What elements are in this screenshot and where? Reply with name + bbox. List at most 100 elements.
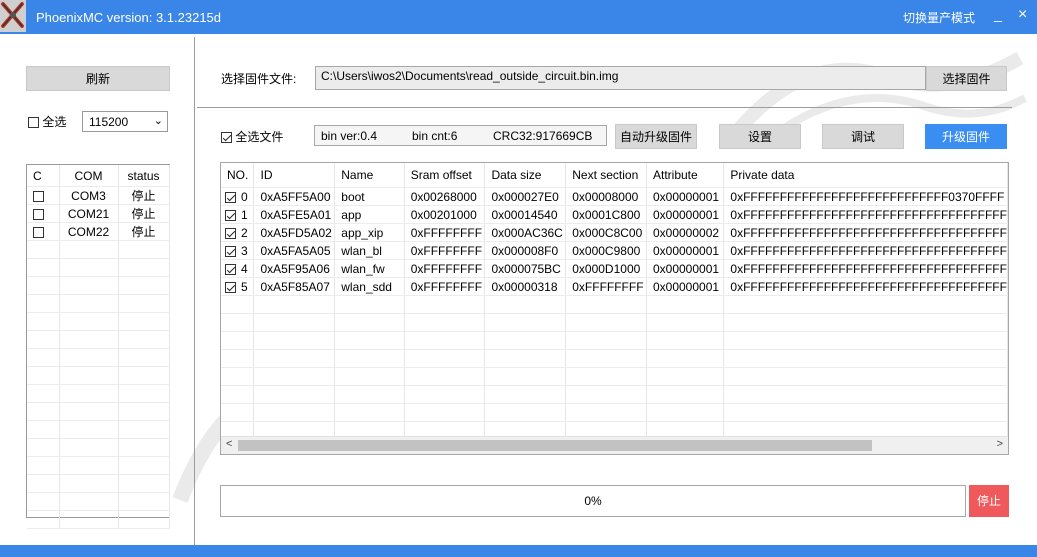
port-row[interactable] (27, 456, 170, 475)
port-check-cell[interactable] (27, 402, 60, 421)
select-all-files[interactable]: 全选文件 (221, 128, 283, 145)
port-row[interactable] (27, 510, 170, 529)
section-row[interactable]: 5 0xA5F85A07 wlan_sdd 0xFFFFFFFF 0x00000318 0… (221, 277, 1008, 296)
section-row[interactable] (221, 403, 1008, 422)
port-row[interactable] (27, 420, 170, 439)
scroll-right-icon[interactable]: > (997, 438, 1003, 450)
section-name-cell (334, 331, 405, 350)
section-checkbox[interactable] (225, 209, 236, 221)
port-row[interactable] (27, 348, 170, 367)
port-check-cell[interactable] (27, 186, 60, 205)
section-check-cell[interactable]: 4 (221, 259, 255, 278)
port-check-cell[interactable] (27, 312, 60, 331)
minimize-button[interactable]: _ (991, 6, 1005, 22)
port-check-cell[interactable] (27, 492, 60, 511)
port-check-cell[interactable] (27, 366, 60, 385)
section-checkbox[interactable] (225, 191, 236, 203)
horizontal-scrollbar[interactable]: < > (221, 436, 1008, 454)
section-row[interactable]: 2 0xA5FD5A02 app_xip 0xFFFFFFFF 0x000AC36C 0x… (221, 223, 1008, 242)
port-row[interactable] (27, 294, 170, 313)
section-check-cell[interactable] (221, 331, 255, 350)
port-check-cell[interactable] (27, 384, 60, 403)
scroll-left-icon[interactable]: < (226, 438, 232, 450)
select-all-files-checkbox[interactable] (221, 132, 232, 144)
port-row[interactable] (27, 438, 170, 457)
section-row[interactable] (221, 385, 1008, 404)
baud-rate-select[interactable]: 115200 ⌄ (82, 111, 168, 132)
port-checkbox[interactable] (33, 190, 44, 202)
section-check-cell[interactable] (221, 349, 255, 368)
section-check-cell[interactable]: 5 (221, 277, 255, 296)
port-row[interactable] (27, 312, 170, 331)
switch-mass-production-mode-button[interactable]: 切换量产模式 (903, 9, 975, 26)
section-check-cell[interactable] (221, 385, 255, 404)
section-check-cell[interactable] (221, 313, 255, 332)
section-row[interactable] (221, 313, 1008, 332)
upgrade-firmware-button[interactable]: 升级固件 (925, 124, 1007, 149)
section-checkbox[interactable] (225, 281, 236, 293)
port-row[interactable] (27, 276, 170, 295)
port-row[interactable] (27, 366, 170, 385)
section-row[interactable]: 1 0xA5FE5A01 app 0x00201000 0x00014540 0x0001… (221, 205, 1008, 224)
port-check-cell[interactable] (27, 276, 60, 295)
port-row[interactable] (27, 240, 170, 259)
select-all-ports[interactable]: 全选 (28, 113, 66, 130)
section-check-cell[interactable]: 2 (221, 223, 255, 242)
sram-offset-cell: 0xFFFFFFFF (404, 259, 486, 278)
close-button[interactable]: × (1018, 6, 1027, 24)
section-checkbox[interactable] (225, 245, 236, 257)
section-checkbox[interactable] (225, 227, 236, 239)
port-check-cell[interactable] (27, 510, 60, 529)
choose-firmware-button[interactable]: 选择固件 (926, 66, 1007, 91)
port-checkbox[interactable] (33, 226, 44, 238)
debug-button[interactable]: 调试 (822, 124, 904, 149)
port-check-cell[interactable] (27, 438, 60, 457)
section-row[interactable] (221, 367, 1008, 386)
section-row[interactable] (221, 331, 1008, 350)
port-row[interactable]: COM21 停止 (27, 204, 170, 223)
port-check-cell[interactable] (27, 222, 60, 241)
port-row[interactable] (27, 474, 170, 493)
port-check-cell[interactable] (27, 204, 60, 223)
settings-button[interactable]: 设置 (719, 124, 801, 149)
firmware-path-field[interactable]: C:\Users\iwos2\Documents\read_outside_ci… (315, 66, 926, 90)
attribute-cell (646, 295, 725, 314)
next-section-cell: 0x0001C800 (565, 205, 647, 224)
port-check-cell[interactable] (27, 330, 60, 349)
port-check-cell[interactable] (27, 456, 60, 475)
section-check-cell[interactable] (221, 295, 255, 314)
section-row[interactable] (221, 349, 1008, 368)
port-checkbox[interactable] (33, 208, 44, 220)
refresh-button[interactable]: 刷新 (26, 66, 170, 91)
scrollbar-thumb[interactable] (238, 440, 872, 451)
port-row[interactable] (27, 258, 170, 277)
section-row[interactable]: 4 0xA5F95A06 wlan_fw 0xFFFFFFFF 0x000075BC 0x… (221, 259, 1008, 278)
port-row[interactable]: COM22 停止 (27, 222, 170, 241)
port-col-check-header: C (27, 165, 60, 187)
select-all-ports-checkbox[interactable] (28, 117, 39, 129)
section-row[interactable] (221, 295, 1008, 314)
port-check-cell[interactable] (27, 258, 60, 277)
port-check-cell[interactable] (27, 420, 60, 439)
section-row[interactable]: 3 0xA5FA5A05 wlan_bl 0xFFFFFFFF 0x000008F0 0x… (221, 241, 1008, 260)
port-check-cell[interactable] (27, 348, 60, 367)
section-row[interactable]: 0 0xA5FF5A00 boot 0x00268000 0x000027E0 0x000… (221, 187, 1008, 206)
port-row[interactable] (27, 402, 170, 421)
section-check-cell[interactable] (221, 367, 255, 386)
section-check-cell[interactable]: 3 (221, 241, 255, 260)
section-check-cell[interactable]: 1 (221, 205, 255, 224)
port-row[interactable] (27, 492, 170, 511)
sram-offset-cell: 0x00201000 (404, 205, 486, 224)
port-check-cell[interactable] (27, 240, 60, 259)
port-check-cell[interactable] (27, 474, 60, 493)
port-check-cell[interactable] (27, 294, 60, 313)
section-checkbox[interactable] (225, 263, 236, 275)
section-check-cell[interactable]: 0 (221, 187, 255, 206)
port-status-cell (118, 456, 170, 475)
port-row[interactable] (27, 330, 170, 349)
port-row[interactable] (27, 384, 170, 403)
section-check-cell[interactable] (221, 403, 255, 422)
port-row[interactable]: COM3 停止 (27, 186, 170, 205)
auto-upgrade-button[interactable]: 自动升级固件 (615, 124, 697, 149)
stop-button[interactable]: 停止 (969, 485, 1009, 517)
